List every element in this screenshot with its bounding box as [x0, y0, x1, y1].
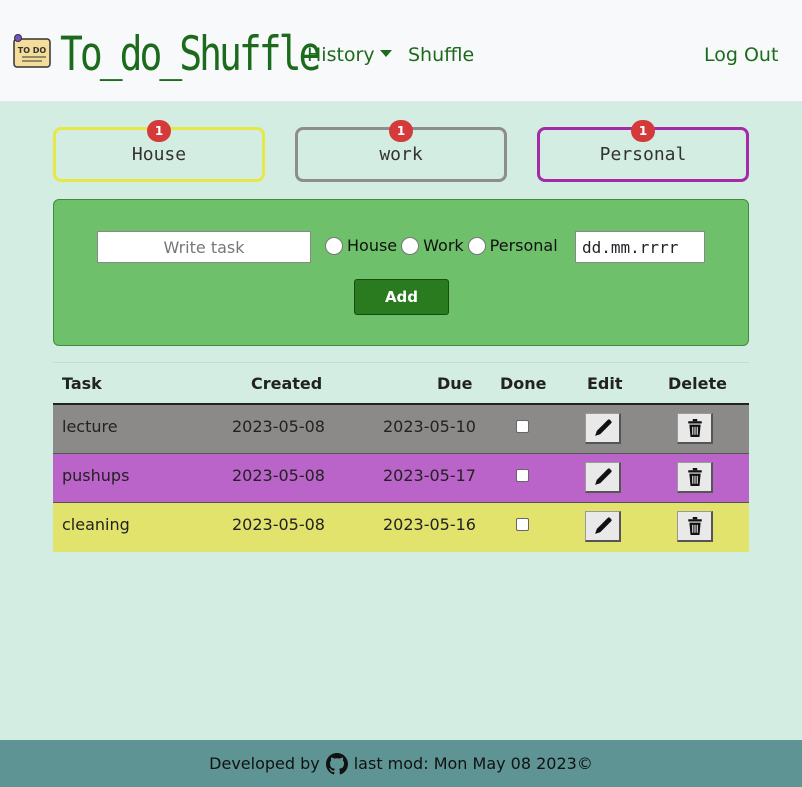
history-dropdown[interactable]: History — [307, 44, 392, 66]
logout-link[interactable]: Log Out — [704, 44, 778, 66]
history-label: History — [307, 44, 375, 66]
add-task-form: House Work Personal dd.mm.rrrr Add — [53, 199, 749, 346]
pencil-icon — [594, 517, 612, 535]
cell-task: pushups — [62, 466, 130, 485]
navbar: TO DO To_do_Shuffle History Shuffle Log … — [0, 0, 802, 102]
cell-task: lecture — [62, 417, 118, 436]
pencil-icon — [594, 419, 612, 437]
add-button[interactable]: Add — [354, 279, 449, 315]
header-delete: Delete — [668, 374, 727, 393]
category-work[interactable]: 1 work — [295, 120, 507, 182]
cell-task: cleaning — [62, 515, 130, 534]
developed-by-text: Developed by — [209, 754, 320, 773]
last-mod-text: last mod: Mon May 08 2023© — [353, 754, 593, 773]
brand-title[interactable]: To_do_Shuffle — [60, 26, 321, 81]
todo-note-icon[interactable]: TO DO — [12, 33, 54, 71]
radio-house[interactable] — [325, 236, 343, 255]
done-checkbox[interactable] — [516, 469, 529, 482]
delete-button[interactable] — [677, 413, 713, 444]
edit-button[interactable] — [585, 511, 621, 542]
category-personal[interactable]: 1 Personal — [537, 120, 749, 182]
category-label: Personal — [599, 144, 687, 165]
cell-due: 2023-05-17 — [383, 466, 476, 485]
table-row: pushups 2023-05-08 2023-05-17 — [53, 454, 749, 503]
pencil-icon — [594, 468, 612, 486]
header-due: Due — [437, 374, 473, 393]
cell-due: 2023-05-16 — [383, 515, 476, 534]
github-icon[interactable] — [325, 752, 348, 775]
header-created: Created — [251, 374, 323, 393]
category-house[interactable]: 1 House — [53, 120, 265, 182]
delete-button[interactable] — [677, 511, 713, 542]
header-done: Done — [500, 374, 547, 393]
cell-created: 2023-05-08 — [232, 417, 325, 436]
trash-icon — [687, 468, 703, 486]
cell-created: 2023-05-08 — [232, 466, 325, 485]
shuffle-link[interactable]: Shuffle — [408, 44, 474, 66]
caret-down-icon — [379, 50, 392, 57]
radio-personal-label: Personal — [489, 236, 558, 255]
radio-work[interactable] — [401, 236, 420, 255]
cell-created: 2023-05-08 — [232, 515, 325, 534]
trash-icon — [687, 517, 703, 535]
task-input[interactable] — [97, 231, 311, 263]
header-task: Task — [62, 374, 102, 393]
table-row: cleaning 2023-05-08 2023-05-16 — [53, 503, 749, 552]
due-date-input[interactable]: dd.mm.rrrr — [575, 231, 705, 263]
radio-house-label: House — [347, 236, 398, 255]
trash-icon — [687, 419, 703, 437]
count-badge: 1 — [389, 120, 413, 142]
done-checkbox[interactable] — [516, 420, 529, 433]
cell-due: 2023-05-10 — [383, 417, 476, 436]
count-badge: 1 — [147, 120, 171, 142]
edit-button[interactable] — [585, 462, 621, 493]
radio-personal[interactable] — [467, 236, 486, 255]
tasks-table: Task Created Due Done Edit Delete lectur… — [53, 362, 749, 552]
category-label: House — [131, 144, 187, 165]
table-body: lecture 2023-05-08 2023-05-10 pushups 20… — [53, 405, 749, 552]
category-radio-group: House Work Personal — [325, 236, 562, 255]
footer: Developed by last mod: Mon May 08 2023© — [0, 740, 802, 787]
delete-button[interactable] — [677, 462, 713, 493]
logo-text: TO DO — [18, 46, 47, 55]
done-checkbox[interactable] — [516, 518, 529, 531]
edit-button[interactable] — [585, 413, 621, 444]
table-row: lecture 2023-05-08 2023-05-10 — [53, 405, 749, 454]
count-badge: 1 — [631, 120, 655, 142]
radio-work-label: Work — [423, 236, 464, 255]
header-edit: Edit — [587, 374, 623, 393]
table-header: Task Created Due Done Edit Delete — [53, 362, 749, 405]
category-label: work — [379, 144, 423, 165]
